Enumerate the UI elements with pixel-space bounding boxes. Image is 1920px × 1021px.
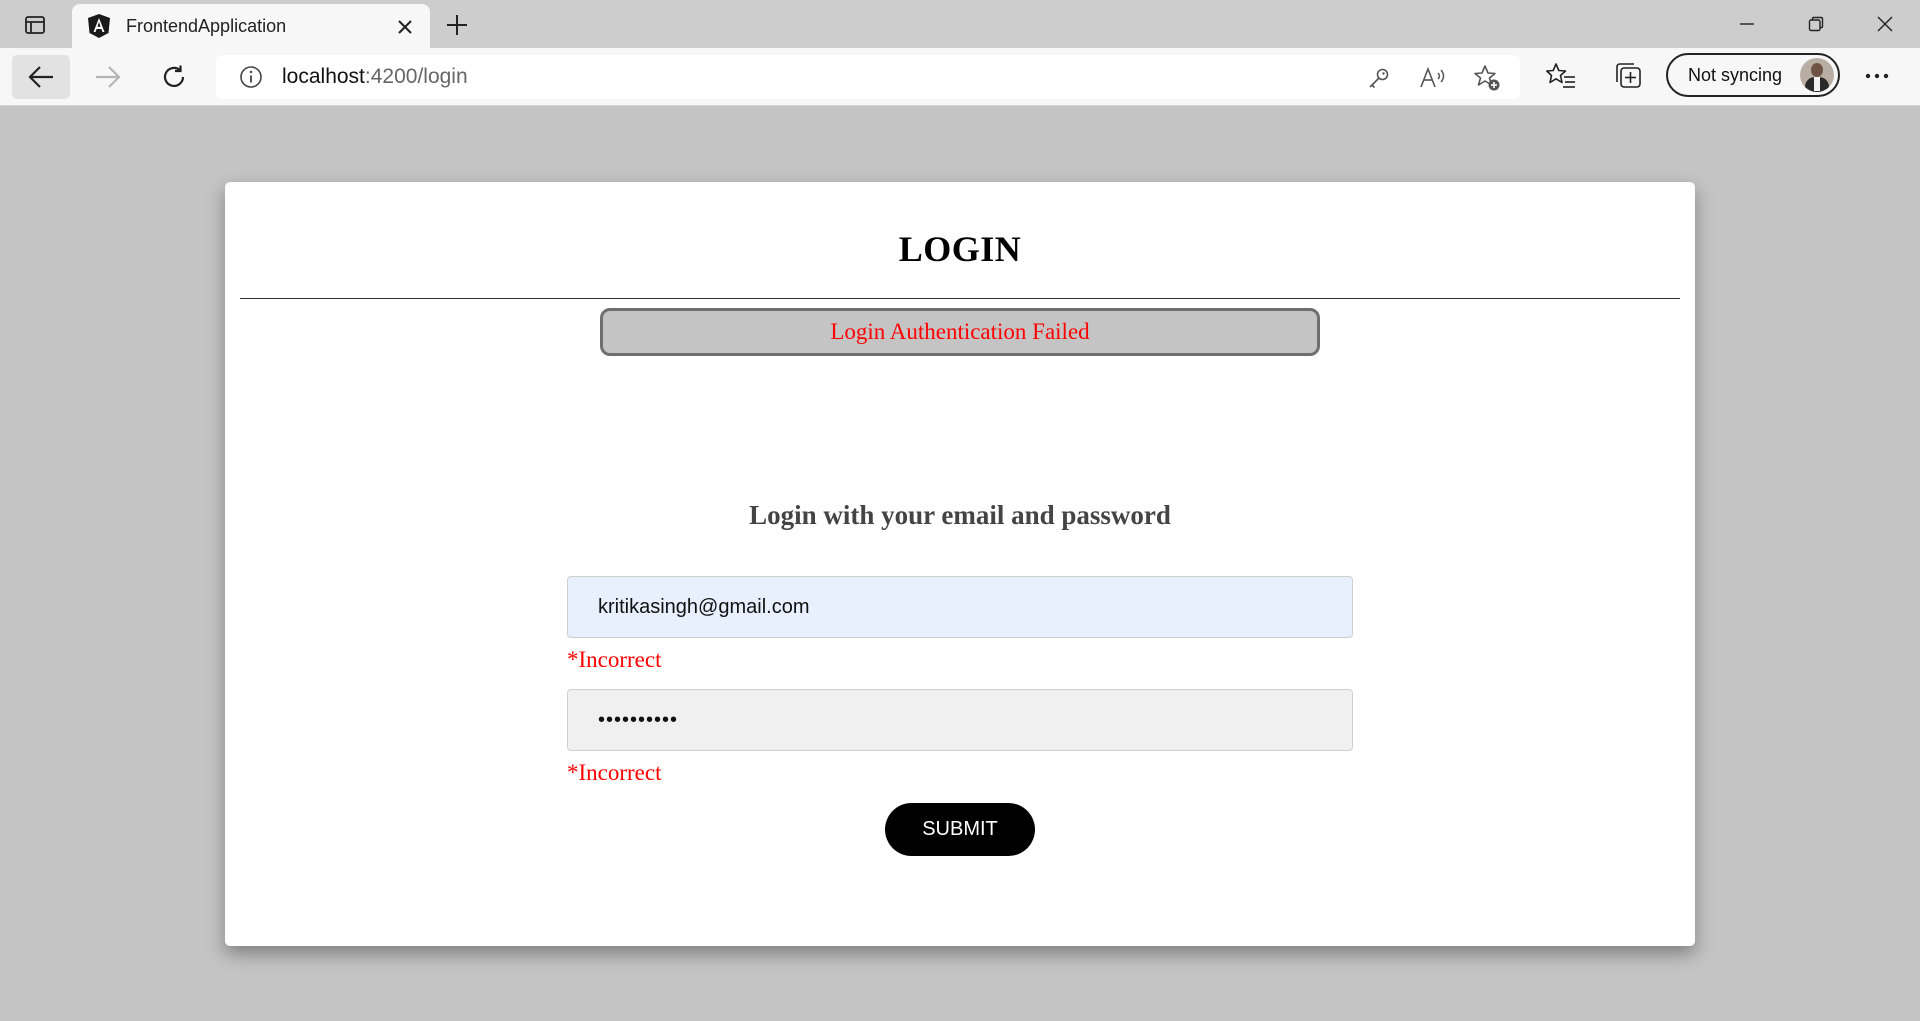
- tab-bar: FrontendApplication: [0, 0, 1920, 48]
- key-icon[interactable]: [1365, 64, 1393, 92]
- login-subtitle: Login with your email and password: [749, 500, 1171, 530]
- browser-toolbar: localhost:4200/login Not syncing: [0, 48, 1920, 106]
- url-text[interactable]: localhost:4200/login: [282, 65, 468, 89]
- forward-button[interactable]: [79, 55, 137, 99]
- add-favorite-icon[interactable]: [1473, 64, 1501, 92]
- close-icon: [398, 20, 412, 34]
- title-divider: [240, 298, 1680, 299]
- close-window-button[interactable]: [1862, 8, 1908, 40]
- page-title: LOGIN: [898, 229, 1022, 269]
- close-icon: [1877, 16, 1893, 32]
- profile-button[interactable]: Not syncing: [1666, 53, 1840, 97]
- email-error: *Incorrect: [567, 647, 662, 672]
- auth-failed-alert: Login Authentication Failed: [600, 308, 1320, 356]
- tab-close-button[interactable]: [392, 14, 418, 40]
- reload-button[interactable]: [145, 55, 203, 99]
- submit-button[interactable]: SUBMIT: [885, 803, 1035, 856]
- back-button[interactable]: [12, 55, 70, 99]
- tab-actions-button[interactable]: [18, 10, 52, 40]
- new-tab-button[interactable]: [440, 8, 474, 42]
- url-path: :4200/login: [364, 65, 468, 88]
- page-viewport: LOGIN Login Authentication Failed Login …: [0, 106, 1920, 1021]
- address-bar[interactable]: localhost:4200/login: [216, 55, 1520, 99]
- tab-actions-icon: [25, 16, 45, 34]
- more-icon[interactable]: [1861, 60, 1893, 92]
- plus-icon: [447, 15, 467, 35]
- restore-icon: [1808, 16, 1824, 32]
- profile-status-label: Not syncing: [1688, 64, 1783, 85]
- login-card: LOGIN Login Authentication Failed Login …: [225, 182, 1695, 946]
- reload-icon: [163, 65, 185, 88]
- angular-icon: [86, 13, 112, 39]
- avatar: [1800, 58, 1834, 92]
- minimize-icon: [1740, 23, 1754, 25]
- browser-tab[interactable]: FrontendApplication: [72, 4, 430, 48]
- restore-button[interactable]: [1793, 8, 1839, 40]
- favorites-icon[interactable]: [1545, 60, 1577, 92]
- info-icon[interactable]: [238, 64, 264, 90]
- collections-icon[interactable]: [1612, 60, 1644, 92]
- password-field[interactable]: [567, 689, 1353, 751]
- read-aloud-icon[interactable]: [1419, 64, 1447, 92]
- password-error: *Incorrect: [567, 760, 662, 785]
- arrow-right-icon: [96, 66, 121, 88]
- minimize-button[interactable]: [1724, 8, 1770, 40]
- arrow-left-icon: [28, 66, 53, 88]
- url-host: localhost: [282, 65, 365, 88]
- email-field[interactable]: [567, 576, 1353, 638]
- tab-title: FrontendApplication: [126, 15, 287, 36]
